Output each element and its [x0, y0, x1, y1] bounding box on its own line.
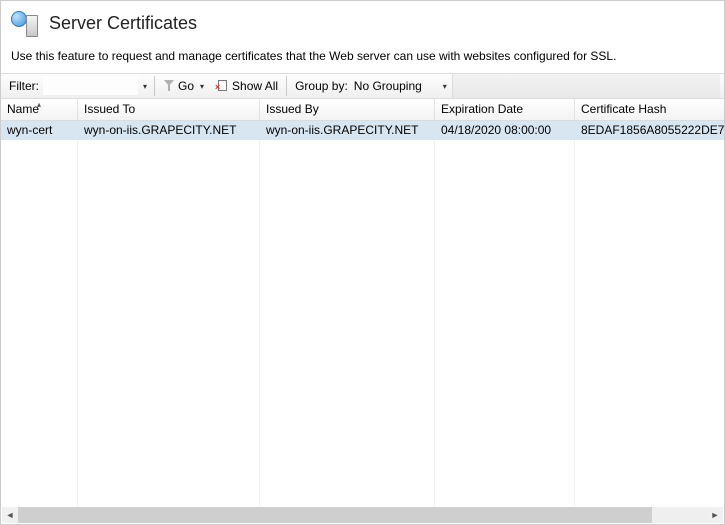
certificates-grid: ▴ Name Issued To Issued By Expiration Da… — [1, 99, 724, 506]
column-header-hash[interactable]: Certificate Hash — [575, 99, 724, 120]
column-header-expiration[interactable]: Expiration Date — [435, 99, 575, 120]
column-header-name[interactable]: ▴ Name — [1, 99, 78, 120]
scroll-left-button[interactable]: ◄ — [2, 507, 18, 523]
cell-expiration: 04/18/2020 08:00:00 — [435, 121, 575, 140]
toolbar-separator — [154, 76, 155, 96]
cell-name: wyn-cert — [1, 121, 78, 140]
go-dropdown-icon[interactable]: ▾ — [197, 82, 207, 91]
show-all-icon: × — [215, 80, 229, 92]
table-row[interactable]: wyn-cert wyn-on-iis.GRAPECITY.NET wyn-on… — [1, 121, 724, 140]
scroll-right-button[interactable]: ► — [707, 507, 723, 523]
scroll-thumb[interactable] — [18, 507, 652, 523]
cell-issued-to: wyn-on-iis.GRAPECITY.NET — [78, 121, 260, 140]
funnel-icon — [163, 80, 175, 92]
server-certificates-icon — [11, 9, 39, 37]
toolbar: Filter: ▾ Go ▾ × Show All Group by: No G… — [1, 73, 724, 99]
page-description: Use this feature to request and manage c… — [1, 43, 724, 73]
grid-body: wyn-cert wyn-on-iis.GRAPECITY.NET wyn-on… — [1, 121, 724, 506]
column-label: Name — [7, 102, 39, 116]
column-header-issued-to[interactable]: Issued To — [78, 99, 260, 120]
go-button[interactable]: Go ▾ — [159, 77, 211, 95]
toolbar-separator-2 — [286, 76, 287, 96]
sort-asc-icon: ▴ — [37, 100, 41, 109]
show-all-label: Show All — [232, 79, 278, 93]
cell-issued-by: wyn-on-iis.GRAPECITY.NET — [260, 121, 435, 140]
groupby-dropdown-icon: ▾ — [440, 82, 450, 91]
filter-label: Filter: — [5, 79, 43, 93]
column-header-issued-by[interactable]: Issued By — [260, 99, 435, 120]
groupby-select[interactable]: No Grouping ▾ — [352, 77, 452, 95]
groupby-value: No Grouping — [354, 79, 422, 93]
scroll-track[interactable] — [18, 507, 707, 523]
go-label: Go — [178, 79, 194, 93]
page-header: Server Certificates — [1, 1, 724, 43]
filter-input[interactable] — [43, 77, 138, 95]
grid-header: ▴ Name Issued To Issued By Expiration Da… — [1, 99, 724, 121]
page-title: Server Certificates — [49, 13, 197, 34]
filter-dropdown-icon[interactable]: ▾ — [140, 82, 150, 91]
cell-hash: 8EDAF1856A8055222DE7F — [575, 121, 724, 140]
groupby-label: Group by: — [291, 79, 352, 93]
horizontal-scrollbar[interactable]: ◄ ► — [2, 507, 723, 523]
toolbar-spacer — [452, 74, 720, 98]
show-all-button[interactable]: × Show All — [211, 77, 282, 95]
